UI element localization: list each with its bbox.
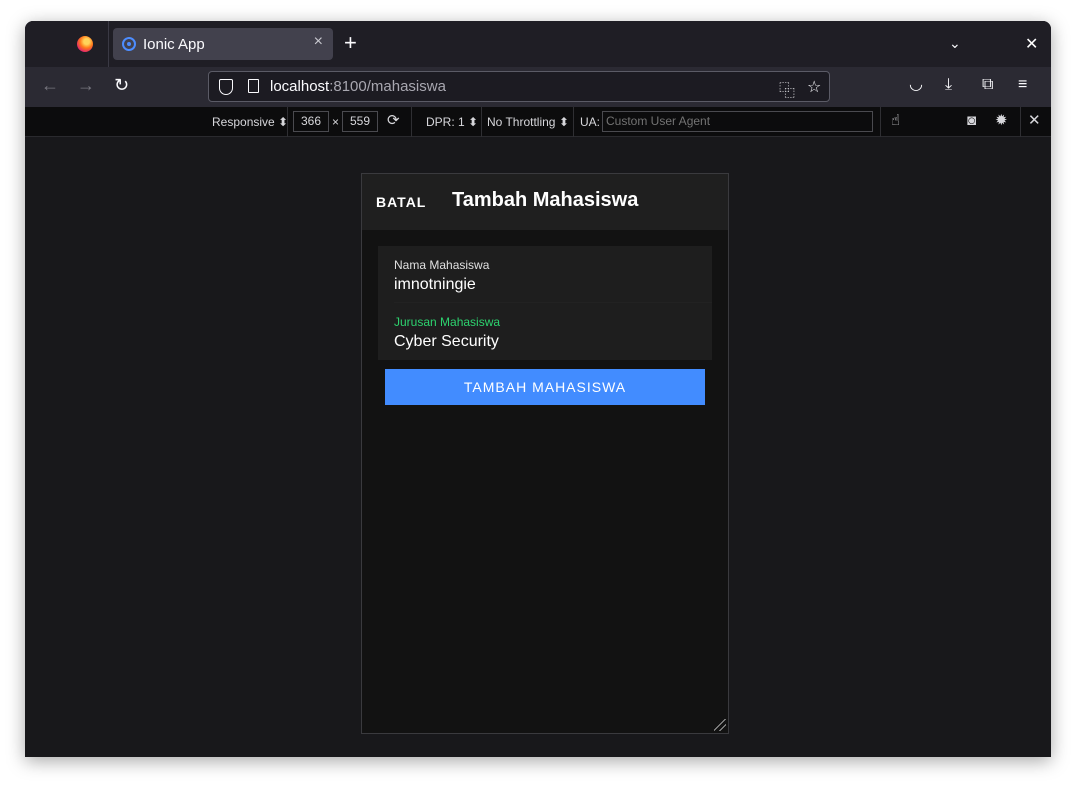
settings-gear-icon[interactable]: ✹	[995, 113, 1008, 128]
rotate-viewport-icon[interactable]: ⟳	[387, 113, 400, 128]
screenshot-icon[interactable]: ◙	[967, 113, 976, 128]
tracking-protection-shield-icon[interactable]	[219, 79, 233, 95]
cancel-button[interactable]: BATAL	[376, 194, 426, 210]
url-host: localhost	[270, 78, 330, 95]
viewport-area: BATAL Tambah Mahasiswa Nama Mahasiswa im…	[25, 137, 1051, 757]
page-title: Tambah Mahasiswa	[452, 189, 639, 211]
major-field[interactable]: Cyber Security	[394, 333, 499, 351]
dpr-selector[interactable]: DPR: 1 ⬍	[426, 115, 478, 129]
add-student-button[interactable]: TAMBAH MAHASISWA	[385, 369, 705, 405]
name-field[interactable]: imnotningie	[394, 276, 476, 294]
navigation-toolbar: ← → ↻ localhost:8100/mahasiswa ⿻ ☆ ◡ ⤓ ⧉…	[25, 67, 1051, 107]
url-path: :8100/mahasiswa	[329, 78, 446, 95]
browser-window: Ionic App × + ⌄ ✕ ← → ↻ localhost:8100/m…	[25, 21, 1051, 757]
tab-separator	[108, 21, 109, 67]
translate-icon[interactable]: ⿻	[779, 77, 795, 101]
extensions-icon[interactable]: ⧉	[982, 77, 993, 93]
throttling-selector[interactable]: No Throttling ⬍	[487, 115, 569, 129]
viewport-resize-handle[interactable]	[714, 719, 726, 731]
back-button[interactable]: ←	[41, 76, 59, 94]
responsive-design-toolbar: Responsive ⬍ 366 × 559 ⟳ DPR: 1 ⬍ No Thr…	[25, 107, 1051, 137]
touch-simulation-icon[interactable]: ☝	[891, 113, 900, 128]
student-form: Nama Mahasiswa imnotningie Jurusan Mahas…	[378, 246, 712, 360]
device-viewport: BATAL Tambah Mahasiswa Nama Mahasiswa im…	[361, 173, 729, 734]
firefox-logo-icon[interactable]	[77, 36, 93, 52]
list-all-tabs-icon[interactable]: ⌄	[949, 35, 961, 52]
tab-strip: Ionic App × + ⌄ ✕	[25, 21, 1051, 67]
new-tab-button[interactable]: +	[344, 32, 357, 54]
close-responsive-mode-icon[interactable]: ✕	[1028, 113, 1041, 128]
reload-button[interactable]: ↻	[114, 76, 129, 94]
window-close-icon[interactable]: ✕	[1025, 34, 1038, 54]
app-menu-icon[interactable]: ≡	[1018, 77, 1027, 93]
divider	[573, 107, 574, 137]
forward-button[interactable]: →	[77, 76, 95, 94]
divider	[287, 107, 288, 137]
pocket-icon[interactable]: ◡	[909, 77, 923, 93]
url-text[interactable]: localhost:8100/mahasiswa	[270, 78, 446, 95]
device-selector[interactable]: Responsive ⬍	[212, 115, 288, 129]
divider	[880, 107, 881, 137]
dimension-separator: ×	[332, 115, 340, 129]
divider	[1020, 107, 1021, 137]
user-agent-label: UA:	[580, 115, 601, 129]
divider	[411, 107, 412, 137]
bookmark-star-icon[interactable]: ☆	[807, 77, 821, 97]
user-agent-input[interactable]: Custom User Agent	[602, 111, 873, 132]
viewport-height-input[interactable]: 559	[342, 111, 378, 132]
downloads-icon[interactable]: ⤓	[945, 77, 952, 93]
divider	[481, 107, 482, 137]
tab-ionic-app[interactable]: Ionic App ×	[113, 28, 333, 60]
tab-title: Ionic App	[143, 36, 205, 53]
ionic-favicon-icon	[122, 37, 136, 51]
page-info-icon[interactable]	[248, 79, 259, 93]
field-divider	[394, 302, 712, 303]
app-header: BATAL Tambah Mahasiswa	[362, 174, 728, 230]
url-bar[interactable]: localhost:8100/mahasiswa ⿻ ☆	[208, 71, 830, 102]
viewport-width-input[interactable]: 366	[293, 111, 329, 132]
name-field-label: Nama Mahasiswa	[394, 258, 490, 272]
major-field-label: Jurusan Mahasiswa	[394, 315, 501, 329]
tab-close-icon[interactable]: ×	[314, 34, 323, 50]
